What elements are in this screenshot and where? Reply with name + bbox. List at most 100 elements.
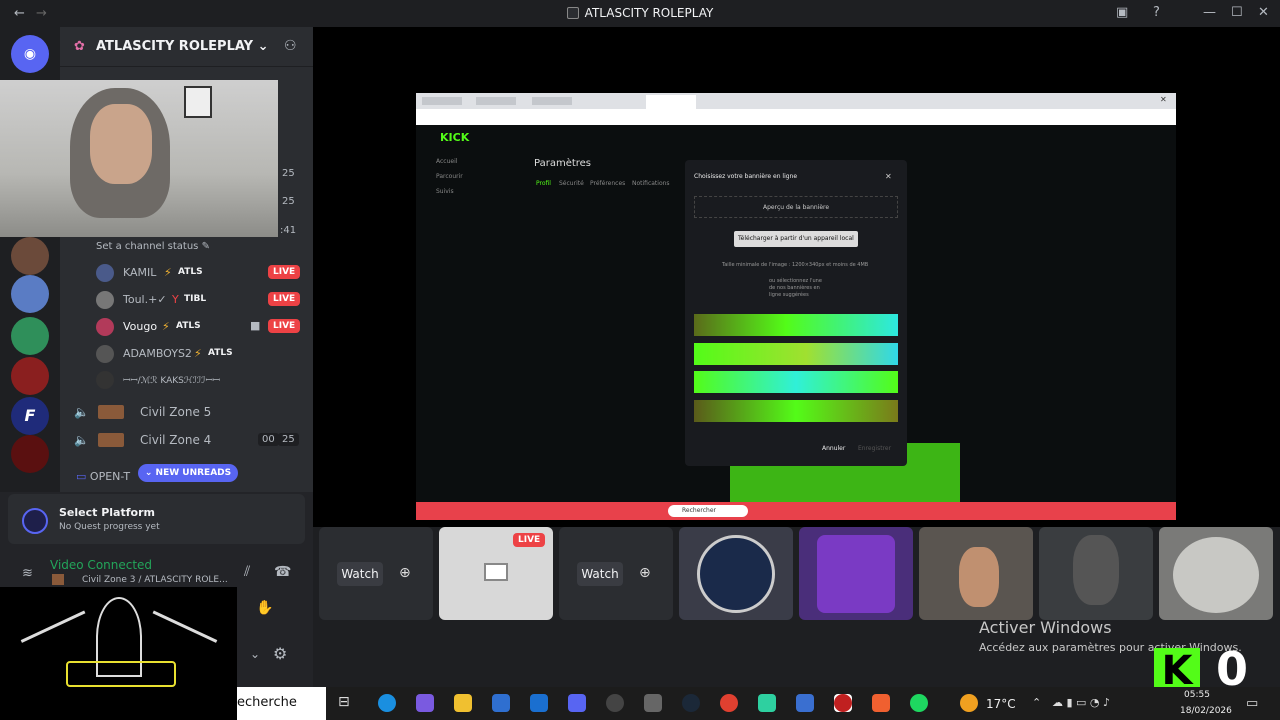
server-avatar[interactable]: [11, 357, 49, 395]
voice-member[interactable]: KAMIL ⚡ ATLS LIVE: [96, 264, 306, 286]
discord-home-icon[interactable]: ◉: [11, 35, 49, 73]
popout-icon[interactable]: ⊕: [399, 565, 411, 581]
app-icon[interactable]: [644, 694, 662, 712]
tab-notifications[interactable]: Notifications: [632, 180, 670, 187]
tray-icons[interactable]: ☁ ▮ ▭ ◔ ♪: [1052, 696, 1110, 709]
server-avatar[interactable]: [11, 237, 49, 275]
voice-channel[interactable]: 🔈 Civil Zone 5: [74, 405, 304, 419]
suggested-banner[interactable]: [694, 400, 898, 422]
live-badge: LIVE: [268, 292, 301, 306]
tab-security[interactable]: Sécurité: [559, 180, 584, 187]
activity-icon[interactable]: ✋: [256, 600, 273, 616]
app-icon[interactable]: [758, 694, 776, 712]
outlook-icon[interactable]: [530, 694, 548, 712]
suggested-banner[interactable]: [694, 371, 898, 393]
quest-subtitle: No Quest progress yet: [59, 522, 160, 532]
weather-temp[interactable]: 17°C: [986, 697, 1016, 711]
browser-tabs[interactable]: ✕: [416, 93, 1176, 109]
chrome-icon[interactable]: [720, 694, 738, 712]
store-icon[interactable]: [492, 694, 510, 712]
browser-tab-active[interactable]: [646, 95, 696, 109]
kick-logo[interactable]: KICK: [440, 131, 469, 144]
noise-suppression-icon[interactable]: ⫽: [244, 564, 250, 580]
participant-tile[interactable]: [679, 527, 793, 620]
opera-icon[interactable]: [834, 694, 852, 712]
participant-tile[interactable]: [1159, 527, 1273, 620]
tab-preferences[interactable]: Préférences: [590, 180, 625, 187]
server-avatar[interactable]: [11, 275, 49, 313]
sidebar-item-following[interactable]: Suivis: [436, 188, 454, 195]
voice-member[interactable]: ꟷꟷ/ℳℛ KAKSℋℐℐℐꟷꟷ: [96, 371, 306, 393]
voice-member[interactable]: Vougo ⚡ ATLS ■ LIVE: [96, 318, 306, 340]
cancel-button[interactable]: Annuler: [822, 445, 845, 452]
server-avatar[interactable]: F: [11, 397, 49, 435]
channel-emoji: [98, 405, 124, 419]
clock-date[interactable]: 18/02/2026: [1180, 706, 1232, 716]
stream-tile[interactable]: LIVE: [439, 527, 553, 620]
chevron-up-icon[interactable]: ⌃: [1032, 696, 1041, 709]
clock-time[interactable]: 05:55: [1184, 690, 1210, 700]
disconnect-icon[interactable]: ☎: [274, 564, 291, 580]
set-status-button[interactable]: Set a channel status ✎: [96, 241, 210, 252]
activate-subtitle: Accédez aux paramètres pour activer Wind…: [979, 641, 1242, 654]
save-button[interactable]: Enregistrer: [858, 445, 891, 452]
inbox-icon[interactable]: ▣: [1116, 5, 1128, 20]
server-avatar[interactable]: [11, 317, 49, 355]
voice-member[interactable]: Toul.+✓ Y TIBL LIVE: [96, 291, 306, 313]
minimize-icon[interactable]: —: [1203, 5, 1216, 20]
logo-text-mark: [66, 661, 176, 687]
browser-tab[interactable]: [476, 97, 516, 105]
steam-icon[interactable]: [682, 694, 700, 712]
watch-button[interactable]: Watch: [577, 562, 623, 586]
copilot-icon[interactable]: [416, 694, 434, 712]
quest-card[interactable]: Select Platform No Quest progress yet: [8, 494, 305, 544]
gear-icon[interactable]: ⚙: [273, 644, 287, 663]
close-icon[interactable]: ✕: [1160, 95, 1167, 104]
signal-icon: ≋: [22, 566, 33, 581]
app-icon[interactable]: [796, 694, 814, 712]
task-view-icon[interactable]: ⊟: [338, 694, 356, 712]
maximize-icon[interactable]: ☐: [1231, 5, 1243, 20]
close-icon[interactable]: ✕: [885, 172, 892, 181]
voice-channel[interactable]: 🔈 Civil Zone 4 00 25: [74, 433, 304, 447]
watch-button[interactable]: Watch: [337, 562, 383, 586]
voice-status-detail[interactable]: Civil Zone 3 / ATLASCITY ROLE...: [82, 575, 228, 585]
browser-tab[interactable]: [422, 97, 462, 105]
member-tag: ATLS: [178, 267, 203, 277]
taskbar-search[interactable]: echerche: [237, 687, 326, 720]
spotify-icon[interactable]: [910, 694, 928, 712]
server-name[interactable]: ATLASCITY ROLEPLAY ⌄: [96, 39, 269, 54]
notification-icon[interactable]: ▭: [1246, 696, 1258, 711]
browser-address-bar[interactable]: [416, 109, 1176, 125]
upload-button[interactable]: Télécharger à partir d'un appareil local: [734, 231, 858, 247]
add-user-icon[interactable]: ⚇: [284, 38, 297, 54]
participant-tile[interactable]: [1039, 527, 1153, 620]
popout-icon[interactable]: ⊕: [639, 565, 651, 581]
sidebar-item-home[interactable]: Accueil: [436, 158, 457, 165]
brave-icon[interactable]: [872, 694, 890, 712]
sidebar-item-browse[interactable]: Parcourir: [436, 173, 463, 180]
explorer-icon[interactable]: [454, 694, 472, 712]
stream-tile[interactable]: Watch ⊕: [559, 527, 673, 620]
tab-profile[interactable]: Profil: [536, 180, 551, 187]
speaker-icon: 🔈: [74, 433, 89, 447]
help-icon[interactable]: ?: [1153, 5, 1160, 20]
voice-member[interactable]: ADAMBOYS2 ⚡ ATLS: [96, 345, 306, 367]
stream-tile[interactable]: Watch ⊕: [319, 527, 433, 620]
chevron-down-icon[interactable]: ⌄: [250, 647, 260, 661]
suggested-banner[interactable]: [694, 314, 898, 336]
new-unreads-button[interactable]: ⌄ NEW UNREADS: [138, 464, 238, 482]
participant-tile[interactable]: [919, 527, 1033, 620]
close-icon[interactable]: ✕: [1258, 5, 1269, 20]
tag-icon: Y: [172, 293, 179, 306]
browser-tab[interactable]: [532, 97, 572, 105]
quest-title: Select Platform: [59, 506, 155, 519]
suggested-banner[interactable]: [694, 343, 898, 365]
member-name: ADAMBOYS2: [123, 347, 192, 360]
obs-icon[interactable]: [606, 694, 624, 712]
edge-icon[interactable]: [378, 694, 396, 712]
text-channel[interactable]: ▭ OPEN-T: [76, 470, 130, 483]
server-avatar[interactable]: [11, 435, 49, 473]
participant-tile[interactable]: [799, 527, 913, 620]
discord-icon[interactable]: [568, 694, 586, 712]
